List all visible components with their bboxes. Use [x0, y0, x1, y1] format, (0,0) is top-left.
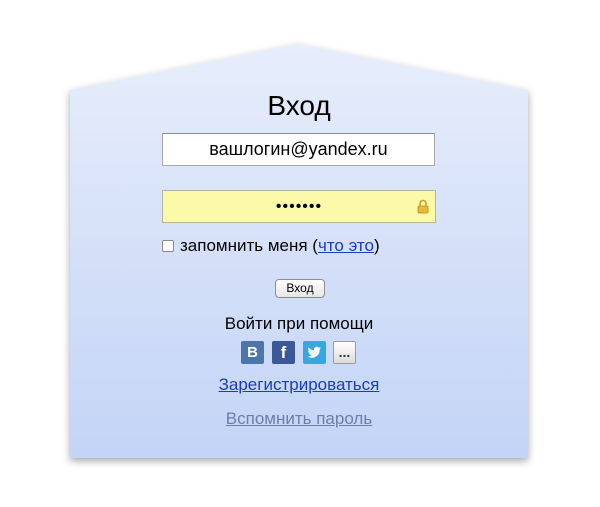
remember-me: запомнить меня (что это) [162, 236, 380, 256]
remember-close-paren: ) [373, 236, 380, 255]
login-form: Вход вашлогин@yandex.ru ••••••• запомнит… [70, 86, 528, 458]
remember-label: запомнить меня ( [180, 236, 318, 255]
more-options-button[interactable]: ... [333, 341, 356, 364]
register-link[interactable]: Зарегистрироваться [70, 375, 528, 395]
page-title: Вход [267, 90, 331, 121]
remember-checkbox[interactable] [162, 240, 174, 252]
forgot-password-link[interactable]: Вспомнить пароль [70, 409, 528, 429]
login-button[interactable]: Вход [275, 279, 325, 298]
social-login-caption: Войти при помощи [224, 314, 374, 333]
password-mask: ••••••• [275, 198, 323, 215]
what-is-this-link[interactable]: что это [318, 236, 374, 255]
password-input[interactable]: ••••••• [162, 190, 436, 223]
twitter-icon[interactable] [303, 341, 326, 364]
login-input[interactable]: вашлогин@yandex.ru [162, 133, 435, 166]
lock-icon [417, 199, 429, 214]
facebook-icon[interactable]: f [272, 341, 295, 364]
vkontakte-icon[interactable]: B [241, 341, 264, 364]
twitter-bird-glyph [307, 346, 321, 358]
